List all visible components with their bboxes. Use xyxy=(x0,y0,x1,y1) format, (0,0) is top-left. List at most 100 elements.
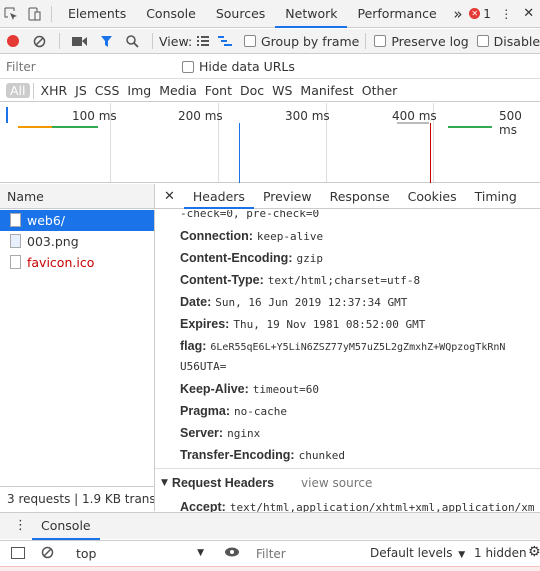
console-drawer-header: ⋮ Console xyxy=(0,512,540,540)
detail-tab-bar: ✕ Headers Preview Response Cookies Timin… xyxy=(155,184,540,209)
tab-elements[interactable]: Elements xyxy=(58,0,136,28)
section-title: Request Headers xyxy=(171,476,275,490)
type-img[interactable]: Img xyxy=(123,83,155,98)
type-manifest[interactable]: Manifest xyxy=(296,83,357,98)
devtools-tab-bar: Elements Console Sources Network Perform… xyxy=(0,0,540,28)
request-name: 003.png xyxy=(27,234,79,249)
tab-cookies[interactable]: Cookies xyxy=(399,184,466,209)
waterfall-icon[interactable] xyxy=(213,27,236,55)
eye-icon[interactable] xyxy=(224,545,240,562)
record-icon[interactable] xyxy=(0,27,27,55)
header-line: Accept: text/html,application/xhtml+xml,a… xyxy=(180,500,535,512)
headers-panel: -check=0, pre-check=0 Connection: keep-al… xyxy=(155,210,540,512)
request-list: web6/ 003.png favicon.ico xyxy=(0,210,155,486)
header-line: Pragma: no-cache xyxy=(180,404,288,418)
more-tabs-icon[interactable]: » xyxy=(447,0,470,28)
preserve-log-checkbox[interactable]: Preserve log xyxy=(374,34,469,49)
header-line: Content-Type: text/html;charset=utf-8 xyxy=(180,273,421,287)
device-toolbar-icon[interactable] xyxy=(23,0,46,28)
large-rows-icon[interactable] xyxy=(192,27,213,55)
header-line: Server: nginx xyxy=(180,426,261,440)
settings-gear-icon[interactable]: ⚙ xyxy=(528,544,540,560)
header-line: Keep-Alive: timeout=60 xyxy=(180,382,320,396)
tab-preview[interactable]: Preview xyxy=(254,184,321,209)
request-headers-section[interactable]: ▼ Request Headers view source xyxy=(161,476,372,490)
tab-network[interactable]: Network xyxy=(275,0,348,28)
hide-data-urls-checkbox[interactable]: Hide data URLs xyxy=(182,59,295,74)
request-name: favicon.ico xyxy=(27,255,95,270)
header-line: Content-Encoding: gzip xyxy=(180,251,323,265)
network-toolbar: View: Group by frame Preserve log Disabl… xyxy=(0,29,540,54)
tab-console[interactable]: Console xyxy=(136,0,206,28)
header-value-continuation: U56UTA= xyxy=(180,360,227,373)
document-file-icon xyxy=(10,213,21,227)
header-line: Connection: keep-alive xyxy=(180,229,324,243)
header-value-partial: -check=0, pre-check=0 xyxy=(180,210,320,220)
image-file-icon xyxy=(10,234,21,248)
menu-icon[interactable]: ⋮ xyxy=(495,0,518,28)
timeline-tick-label: 200 ms xyxy=(178,109,223,123)
log-levels-dropdown[interactable]: Default levels ▼ xyxy=(370,541,465,568)
list-item[interactable]: web6/ xyxy=(0,210,154,231)
resource-type-bar: All XHR JS CSS Img Media Font Doc WS Man… xyxy=(0,80,540,102)
type-other[interactable]: Other xyxy=(358,83,402,98)
request-bar xyxy=(18,126,52,128)
error-count: 1 xyxy=(483,6,491,21)
name-column-header[interactable]: Name xyxy=(0,184,155,209)
header-line: flag: 6LeR55qE6L+Y5LiN6ZSZ77yM57uZ5L2gZmx… xyxy=(180,339,506,353)
type-xhr[interactable]: XHR xyxy=(37,83,72,98)
drawer-menu-icon[interactable]: ⋮ xyxy=(14,518,27,533)
type-doc[interactable]: Doc xyxy=(236,83,268,98)
tab-timing[interactable]: Timing xyxy=(466,184,526,209)
request-bar xyxy=(397,122,429,124)
header-line: Date: Sun, 16 Jun 2019 12:37:34 GMT xyxy=(180,295,408,309)
group-by-frame-checkbox[interactable]: Group by frame xyxy=(243,34,359,49)
filter-input[interactable] xyxy=(6,57,171,76)
view-label: View: xyxy=(159,33,193,49)
header-line: Transfer-Encoding: chunked xyxy=(180,448,345,462)
file-icon xyxy=(10,255,21,269)
divider xyxy=(152,33,154,49)
close-icon[interactable]: ✕ xyxy=(517,0,540,28)
type-ws[interactable]: WS xyxy=(268,83,296,98)
tab-console-drawer[interactable]: Console xyxy=(32,513,100,540)
divider xyxy=(365,33,367,49)
type-all[interactable]: All xyxy=(6,83,30,98)
list-item[interactable]: favicon.ico xyxy=(0,252,154,273)
filter-icon[interactable] xyxy=(93,27,120,55)
tab-response[interactable]: Response xyxy=(321,184,399,209)
divider xyxy=(59,33,61,49)
type-css[interactable]: CSS xyxy=(91,83,124,98)
tab-performance[interactable]: Performance xyxy=(347,0,446,28)
close-details-icon[interactable]: ✕ xyxy=(155,189,184,204)
clear-icon[interactable] xyxy=(27,27,54,55)
disable-cache-checkbox[interactable]: Disable xyxy=(476,34,540,49)
sidebar-toggle-icon[interactable] xyxy=(11,547,25,559)
divider xyxy=(32,82,34,99)
timeline-tick-label: 400 ms xyxy=(392,109,437,123)
list-item[interactable]: 003.png xyxy=(0,231,154,252)
search-icon[interactable] xyxy=(119,27,146,55)
error-counter[interactable]: ✕ 1 xyxy=(469,7,491,21)
type-media[interactable]: Media xyxy=(155,83,201,98)
console-toolbar: top ▼ Default levels ▼ 1 hidden ⚙ xyxy=(0,540,540,566)
timeline-overview[interactable]: 100 ms 200 ms 300 ms 400 ms 500 ms xyxy=(0,103,540,183)
type-font[interactable]: Font xyxy=(201,83,236,98)
tab-headers[interactable]: Headers xyxy=(183,184,254,209)
view-source-link[interactable]: view source xyxy=(301,476,372,490)
tab-sources[interactable]: Sources xyxy=(206,0,275,28)
timeline-tick-label: 500 ms xyxy=(499,109,522,137)
inspect-element-icon[interactable] xyxy=(0,0,23,28)
type-js[interactable]: JS xyxy=(71,83,91,98)
header-line: Expires: Thu, 19 Nov 1981 08:52:00 GMT xyxy=(180,317,426,331)
timeline-tick-label: 300 ms xyxy=(285,109,330,123)
clear-console-icon[interactable] xyxy=(41,546,54,562)
status-summary: 3 requests | 1.9 KB transf... xyxy=(0,486,155,511)
hidden-count: 1 hidden xyxy=(474,546,527,560)
console-filter-input[interactable] xyxy=(256,544,361,564)
request-bar xyxy=(448,126,492,128)
error-icon: ✕ xyxy=(469,8,481,19)
request-bar xyxy=(52,126,98,128)
context-selector[interactable]: top ▼ xyxy=(76,541,206,566)
capture-screenshots-icon[interactable] xyxy=(66,27,93,55)
